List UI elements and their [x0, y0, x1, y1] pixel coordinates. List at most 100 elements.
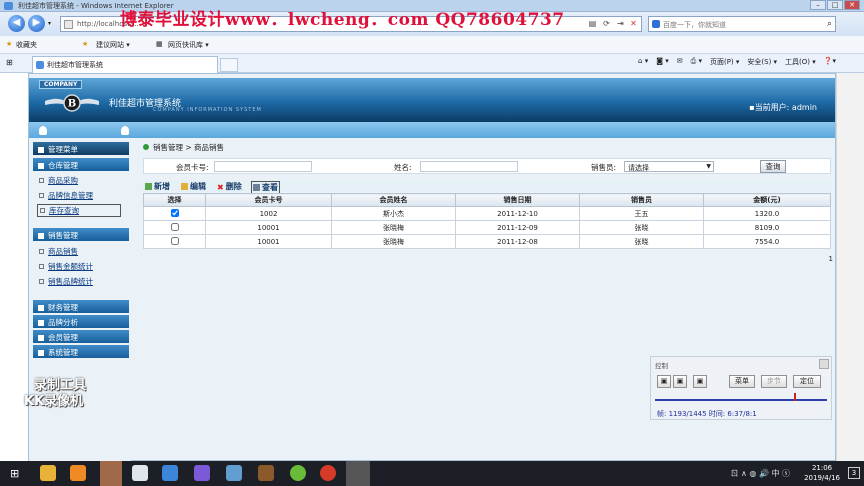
- baidu-icon: [652, 20, 660, 28]
- sidebar-item-sales-brand[interactable]: 销售品牌统计: [39, 276, 93, 287]
- tab-current[interactable]: 利佳超市管理系统: [32, 56, 218, 73]
- help-menu[interactable]: ❓▾: [824, 57, 836, 67]
- delete-button[interactable]: ✖ 删除: [217, 181, 242, 192]
- page-menu[interactable]: 页面(P) ▾: [710, 57, 739, 67]
- favorites-button[interactable]: 收藏夹: [16, 40, 37, 50]
- web-slices[interactable]: 网页快讯库 ▾: [168, 40, 209, 50]
- sidebar-group-members[interactable]: 会员管理: [33, 330, 129, 343]
- sidebar-item-product-sales[interactable]: 商品销售: [39, 246, 78, 257]
- dropdown-chevron-icon[interactable]: ▾: [48, 20, 51, 27]
- recorder-locate-button[interactable]: 定位: [793, 375, 821, 388]
- sidebar-group-system[interactable]: 系统管理: [33, 345, 129, 358]
- favorites-bar: ★ 收藏夹 ★ 建议网站 ▾ ▦ 网页快讯库 ▾: [0, 36, 864, 54]
- row-select-checkbox[interactable]: [170, 222, 179, 231]
- column-header[interactable]: 会员卡号: [205, 193, 332, 207]
- column-header[interactable]: 销售日期: [455, 193, 580, 207]
- search-icon[interactable]: ⌕: [827, 19, 832, 29]
- page-number[interactable]: 1: [829, 255, 833, 263]
- ie-icon: [4, 2, 13, 10]
- app-icon[interactable]: [132, 465, 148, 481]
- sidebar-group-sales[interactable]: 销售管理: [33, 228, 129, 241]
- breadcrumb: 销售管理 > 商品销售: [143, 142, 224, 153]
- sidebar-title: 管理菜单: [33, 142, 129, 155]
- seller-select[interactable]: 请选择 ▼: [624, 161, 714, 172]
- record-icon[interactable]: ▣: [657, 375, 671, 388]
- add-button[interactable]: 新增: [145, 181, 170, 192]
- name-input[interactable]: [420, 161, 518, 172]
- app-icon[interactable]: [194, 465, 210, 481]
- bullet-icon: [40, 208, 45, 213]
- table-row[interactable]: 10001 张晓梅 2011-12-09 张晓 8109.0: [143, 220, 831, 235]
- app-icon[interactable]: [290, 465, 306, 481]
- windows-start-icon[interactable]: ⊞: [10, 467, 19, 480]
- watermark-text: 博泰毕业设计www．lwcheng．com QQ78604737: [120, 10, 565, 30]
- date-cell: 2011-12-09: [455, 220, 580, 235]
- checkbox: [143, 206, 206, 221]
- column-header[interactable]: 会员姓名: [331, 193, 456, 207]
- column-header[interactable]: 金额(元): [703, 193, 831, 207]
- sidebar-item-brand-info[interactable]: 品牌信息管理: [39, 190, 93, 201]
- avatar-app-icon[interactable]: [100, 461, 122, 486]
- sidebar: 管理菜单 仓库管理 商品采购 品牌信息管理 库存查询 销售管理 商品销售 销售金…: [29, 138, 131, 462]
- home-icon[interactable]: ⌂ ▾: [638, 57, 648, 67]
- forward-button[interactable]: ▶: [28, 15, 45, 32]
- query-button[interactable]: 查询: [760, 160, 786, 173]
- app-icon[interactable]: [162, 465, 178, 481]
- sidebar-group-warehouse[interactable]: 仓库管理: [33, 158, 129, 171]
- table-row[interactable]: 1002 斯小杰 2011-12-10 王五 1320.0: [143, 206, 831, 221]
- suggested-sites[interactable]: 建议网站 ▾: [96, 40, 130, 50]
- recorder-menu-button[interactable]: 菜单: [729, 375, 755, 388]
- stop-icon[interactable]: ▣: [693, 375, 707, 388]
- feeds-icon[interactable]: ◙ ▾: [656, 57, 669, 67]
- recorder-close-button[interactable]: [819, 359, 829, 369]
- recorder-task-icon[interactable]: [346, 461, 370, 486]
- recorder-step-button[interactable]: 步节: [761, 375, 787, 388]
- column-header[interactable]: 选择: [143, 193, 206, 207]
- column-header[interactable]: 销售员: [579, 193, 704, 207]
- mail-icon[interactable]: ✉: [677, 57, 683, 67]
- sidebar-item-sales-amount[interactable]: 销售金额统计: [39, 261, 93, 272]
- sidebar-item-purchase[interactable]: 商品采购: [39, 175, 78, 186]
- minimize-button[interactable]: –: [810, 0, 826, 10]
- sidebar-group-finance[interactable]: 财务管理: [33, 300, 129, 313]
- notification-icon[interactable]: 3: [848, 467, 860, 479]
- table-row[interactable]: 10001 张晓梅 2011-12-08 张晓 7554.0: [143, 234, 831, 249]
- go-icon[interactable]: ⇥: [614, 19, 627, 30]
- compat-view-icon[interactable]: ▤: [586, 19, 599, 30]
- app-icon[interactable]: [320, 465, 336, 481]
- recorder-status: 帧: 1193/1445 时间: 6:37/8:1: [657, 410, 757, 418]
- app-icon[interactable]: [226, 465, 242, 481]
- edit-button[interactable]: 编辑: [181, 181, 206, 192]
- quick-tabs-icon[interactable]: ⊞: [6, 58, 13, 67]
- clock[interactable]: 21:06 2019/4/16: [804, 463, 840, 483]
- search-input[interactable]: 百度一下，你就知道 ⌕: [648, 16, 836, 32]
- system-tray[interactable]: ㄖ ∧ ◍ 🔊 中 ⓢ: [730, 468, 790, 479]
- refresh-icon[interactable]: ⟳: [600, 19, 613, 30]
- bentley-logo: B: [45, 94, 99, 112]
- folder-icon: [38, 163, 44, 169]
- slider-thumb[interactable]: [794, 393, 797, 401]
- tools-menu[interactable]: 工具(O) ▾: [785, 57, 816, 67]
- new-tab-button[interactable]: [220, 58, 238, 72]
- member-card-input[interactable]: [214, 161, 312, 172]
- recorder-title: 控制: [655, 362, 668, 370]
- pause-icon[interactable]: ▣: [673, 375, 687, 388]
- sidebar-group-brand-analysis[interactable]: 品牌分析: [33, 315, 129, 328]
- safety-menu[interactable]: 安全(S) ▾: [747, 57, 777, 67]
- app-icon[interactable]: [258, 465, 274, 481]
- print-icon[interactable]: ⎙ ▾: [691, 57, 702, 67]
- favorites-star-icon: ★: [6, 40, 13, 48]
- recorder-progress-slider[interactable]: [655, 393, 827, 401]
- file-explorer-icon[interactable]: [40, 465, 56, 481]
- stop-icon[interactable]: ✕: [627, 19, 640, 30]
- add-favorite-icon[interactable]: ★: [82, 40, 88, 48]
- row-select-checkbox[interactable]: [170, 236, 179, 245]
- app-icon[interactable]: [70, 465, 86, 481]
- tab-bar: ⊞ 利佳超市管理系统 ⌂ ▾ ◙ ▾ ✉ ⎙ ▾ 页面(P) ▾ 安全(S) ▾…: [0, 54, 864, 73]
- close-button[interactable]: ✕: [844, 0, 860, 10]
- maximize-button[interactable]: □: [827, 0, 843, 10]
- back-button[interactable]: ◀: [8, 15, 25, 32]
- amount-cell: 7554.0: [703, 234, 831, 249]
- sidebar-item-inventory[interactable]: 库存查询: [37, 204, 121, 217]
- row-select-checkbox[interactable]: [170, 208, 179, 217]
